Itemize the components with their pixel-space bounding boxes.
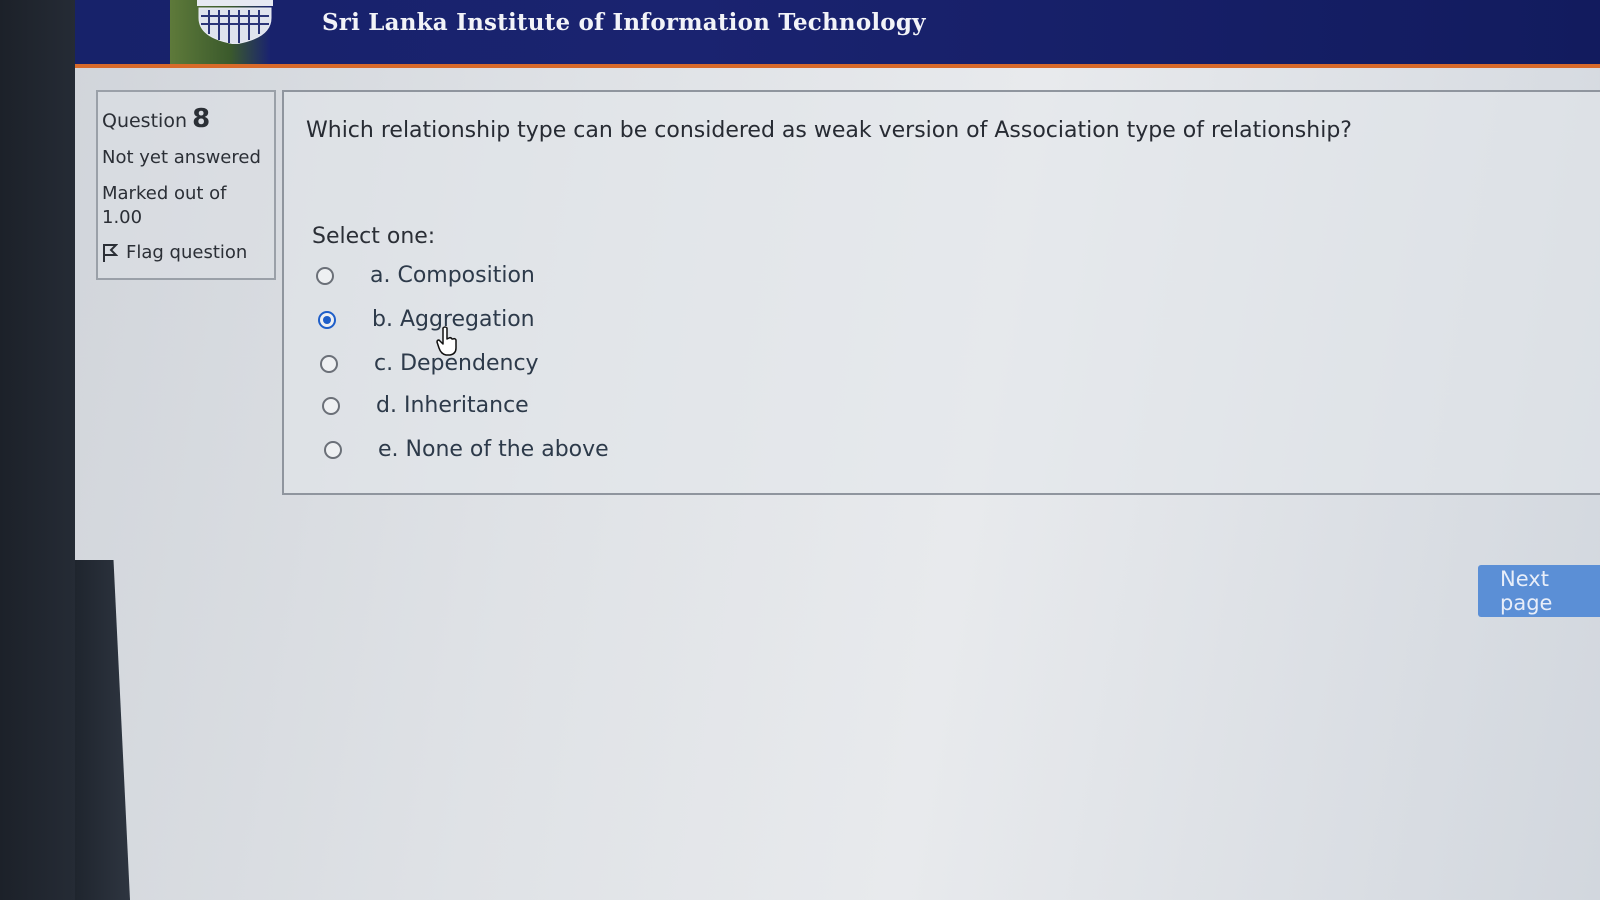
question-content-panel: Which relationship type can be considere… xyxy=(282,90,1600,495)
institute-crest-icon[interactable] xyxy=(195,0,275,44)
option-c[interactable]: c. Dependency xyxy=(320,351,539,376)
site-title: Sri Lanka Institute of Information Techn… xyxy=(322,9,926,36)
option-e[interactable]: e. None of the above xyxy=(324,437,609,462)
option-e-label: e. None of the above xyxy=(378,437,609,462)
option-b[interactable]: b. Aggregation xyxy=(318,307,535,332)
option-a[interactable]: a. Composition xyxy=(316,263,535,288)
question-status: Not yet answered xyxy=(102,147,261,168)
marked-out-of-label: Marked out of xyxy=(102,183,227,204)
marked-out-of-value: 1.00 xyxy=(102,207,143,228)
option-d-radio[interactable] xyxy=(322,396,340,415)
option-d[interactable]: d. Inheritance xyxy=(322,393,529,418)
option-c-radio[interactable] xyxy=(320,354,338,373)
screen-bezel xyxy=(0,0,75,900)
screen-bezel-lower xyxy=(75,560,130,900)
header-accent-bar xyxy=(75,64,1600,68)
question-heading: Question 8 xyxy=(102,104,268,134)
option-a-radio[interactable] xyxy=(316,266,334,285)
option-b-radio[interactable] xyxy=(318,310,336,329)
question-label: Question xyxy=(102,110,187,132)
hand-pointer-icon xyxy=(436,326,457,356)
option-a-label: a. Composition xyxy=(370,263,535,288)
flag-icon xyxy=(103,243,118,262)
next-page-button[interactable]: Next page xyxy=(1478,565,1600,617)
option-d-label: d. Inheritance xyxy=(376,393,529,418)
marked-out-of: Marked out of 1.00 xyxy=(102,182,268,230)
question-number: 8 xyxy=(192,104,211,134)
question-info-panel: Question 8 Not yet answered Marked out o… xyxy=(96,90,276,280)
select-one-prompt: Select one: xyxy=(312,224,436,249)
option-e-radio[interactable] xyxy=(324,440,342,459)
flag-question-label: Flag question xyxy=(126,242,248,263)
flag-question-button[interactable]: Flag question xyxy=(102,242,268,263)
question-text: Which relationship type can be considere… xyxy=(306,118,1352,143)
